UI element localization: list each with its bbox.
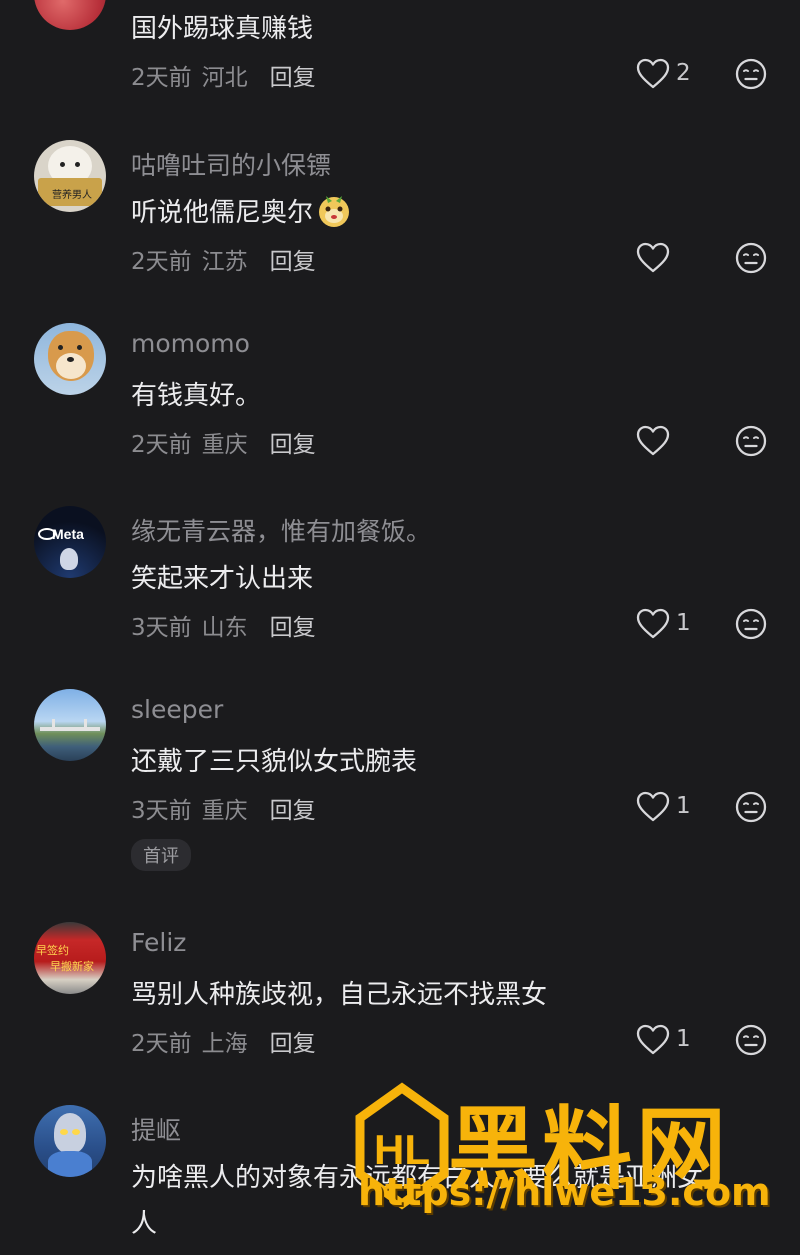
comment-text: 笑起来才认出来 [131, 564, 314, 594]
like-count: 1 [676, 610, 691, 636]
comment-meta: 3天前 重庆 回复 [131, 791, 316, 825]
comment-location: 上海 [201, 1031, 248, 1057]
comment-text: 还戴了三只貌似女式腕表 [131, 747, 418, 777]
comment-meta: 2天前 河北 回复 [131, 58, 316, 92]
comment-username[interactable]: 咕噜吐司的小保镖 [131, 146, 331, 182]
neutral-face-icon[interactable] [735, 58, 767, 90]
reply-button[interactable]: 回复 [270, 65, 316, 91]
like-count: 1 [676, 1026, 691, 1052]
like-count: 2 [676, 60, 691, 86]
neutral-face-icon[interactable] [735, 425, 767, 457]
watermark-url: https://hlwe13.com [358, 1170, 771, 1214]
avatar[interactable]: 早签约 早搬新家 [34, 922, 106, 994]
comment-location: 重庆 [201, 432, 248, 458]
reply-button[interactable]: 回复 [270, 615, 316, 641]
comment-time: 3天前 [131, 615, 192, 641]
neutral-face-icon[interactable] [735, 791, 767, 823]
avatar-label: 早搬新家 [50, 960, 94, 973]
meta-logo: Meta [52, 526, 84, 542]
heart-outline-icon[interactable] [636, 425, 670, 457]
first-comment-badge: 首评 [131, 839, 191, 871]
comment-meta: 2天前 上海 回复 [131, 1024, 316, 1058]
comment-text-content: 听说他儒尼奥尔 [131, 198, 314, 228]
comment-username[interactable]: 缘无青云器，惟有加餐饭。 [131, 512, 431, 548]
comment-text: 国外踢球真赚钱 [131, 14, 314, 44]
comment-location: 江苏 [201, 249, 248, 275]
reply-button[interactable]: 回复 [270, 798, 316, 824]
comment-username[interactable]: momomo [131, 329, 250, 358]
heart-outline-icon[interactable] [636, 1024, 670, 1056]
comment-time: 3天前 [131, 798, 192, 824]
avatar[interactable]: Meta [34, 506, 106, 578]
neutral-face-icon[interactable] [735, 1024, 767, 1056]
comment-meta: 2天前 江苏 回复 [131, 242, 316, 276]
heart-outline-icon[interactable] [636, 608, 670, 640]
heart-outline-icon[interactable] [636, 242, 670, 274]
comment-text: 有钱真好。 [131, 381, 262, 411]
comment-location: 重庆 [201, 798, 248, 824]
comment-time: 2天前 [131, 1031, 192, 1057]
reply-button[interactable]: 回复 [270, 249, 316, 275]
comment-text: 听说他儒尼奥尔 [131, 192, 352, 229]
avatar-label: 早签约 [36, 944, 69, 957]
avatar[interactable] [34, 1105, 106, 1177]
reply-button[interactable]: 回复 [270, 432, 316, 458]
comment-time: 2天前 [131, 65, 192, 91]
comment-meta: 2天前 重庆 回复 [131, 425, 316, 459]
avatar[interactable] [34, 323, 106, 395]
watermark-logo-text: HL [374, 1126, 430, 1173]
avatar[interactable] [34, 689, 106, 761]
avatar[interactable] [34, 0, 106, 30]
comment-location: 山东 [201, 615, 248, 641]
dog-face-emoji-icon [319, 196, 350, 227]
neutral-face-icon[interactable] [735, 608, 767, 640]
comment-time: 2天前 [131, 249, 192, 275]
comment-location: 河北 [201, 65, 248, 91]
comment-text: 骂别人种族歧视，自己永远不找黑女 [131, 980, 548, 1010]
comment-text-continued: 人 [131, 1209, 158, 1239]
heart-outline-icon[interactable] [636, 58, 670, 90]
neutral-face-icon[interactable] [735, 242, 767, 274]
comment-username[interactable]: 提岖 [131, 1111, 181, 1147]
comment-meta: 3天前 山东 回复 [131, 608, 316, 642]
avatar[interactable]: 营养男人 [34, 140, 106, 212]
heart-outline-icon[interactable] [636, 791, 670, 823]
avatar-label: 营养男人 [52, 190, 92, 201]
comment-username[interactable]: sleeper [131, 695, 223, 724]
reply-button[interactable]: 回复 [270, 1031, 316, 1057]
comment-time: 2天前 [131, 432, 192, 458]
like-count: 1 [676, 793, 691, 819]
comment-username[interactable]: Feliz [131, 928, 186, 957]
